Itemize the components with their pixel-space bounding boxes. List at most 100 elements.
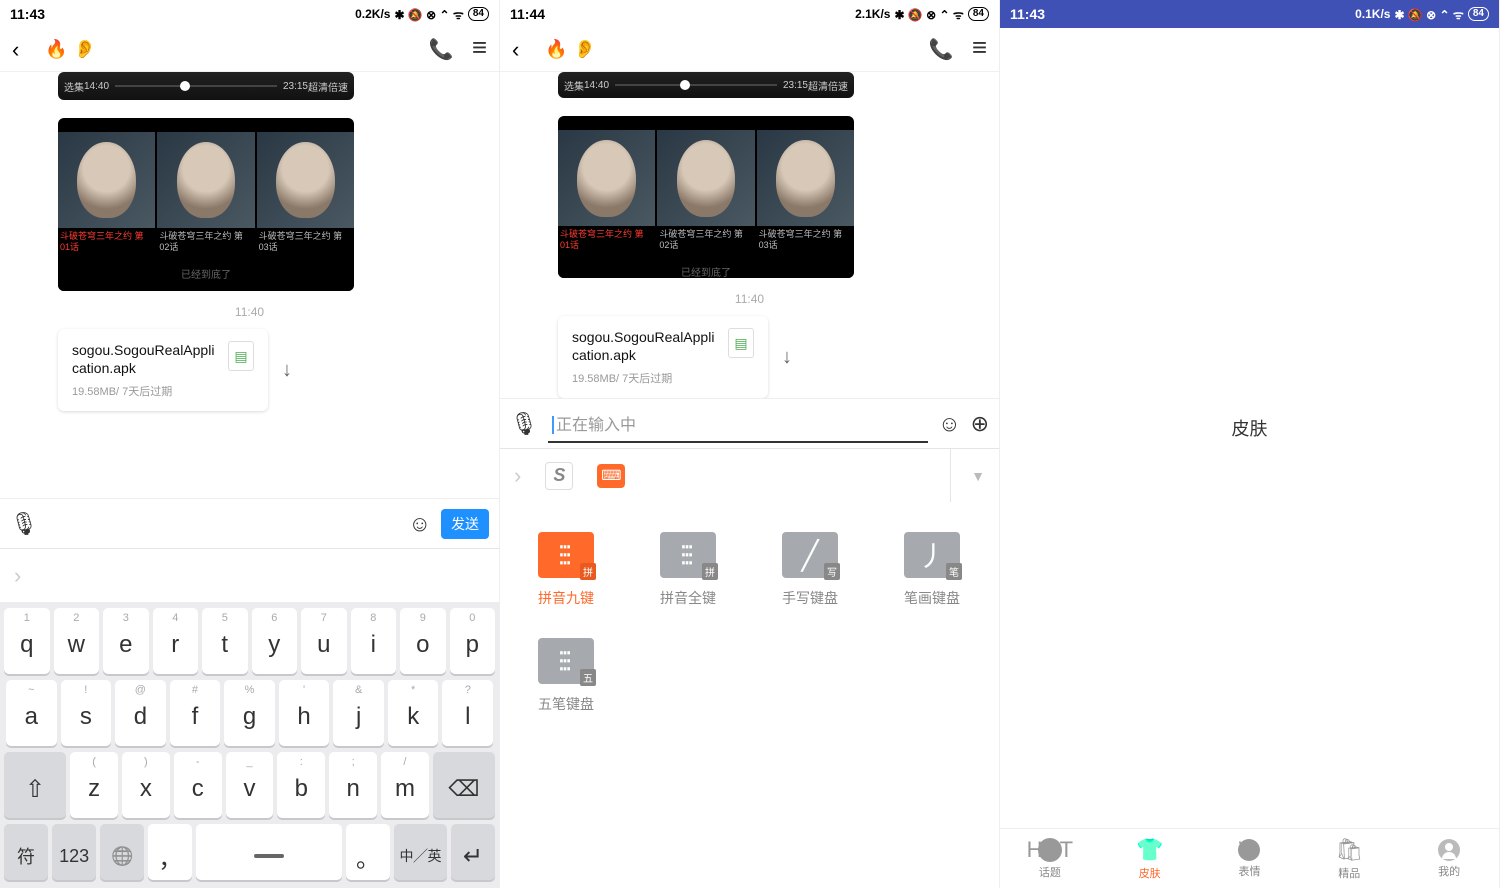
video-thumb[interactable] <box>157 132 254 228</box>
status-time: 11:43 <box>1010 6 1045 22</box>
status-bar: 11:44 2.1K/s ✱ 🔕 ⊗ ⌃ ᯤ 84 <box>500 0 999 28</box>
ime-arrow-icon[interactable]: › <box>514 463 521 489</box>
key-w[interactable]: 2w <box>54 608 100 674</box>
video-progress-bar[interactable] <box>615 84 777 86</box>
battery-icon: 84 <box>468 7 489 21</box>
key-q[interactable]: 1q <box>4 608 50 674</box>
key-v[interactable]: _v <box>226 752 274 818</box>
skin-page-body[interactable]: 皮肤 <box>1000 28 1499 828</box>
comma-key[interactable]: ， <box>148 824 192 880</box>
timestamp: 11:40 <box>235 305 264 319</box>
ime-toolbar: › S ▼ <box>500 448 999 502</box>
kb-option-手写键盘[interactable]: ╱写手写键盘 <box>764 532 856 608</box>
key-s[interactable]: !s <box>61 680 112 746</box>
space-key[interactable] <box>196 824 342 880</box>
video-controls[interactable]: 选集 14:40 23:15 超清 倍速 <box>58 72 354 100</box>
tab-皮肤[interactable]: 皮肤 <box>1100 829 1200 888</box>
input-bar: 🎙 ☺ 发送 <box>0 498 499 548</box>
sogou-logo-icon[interactable]: S <box>545 462 573 490</box>
menu-button[interactable] <box>472 37 487 62</box>
video-thumb[interactable] <box>657 130 754 226</box>
key-g[interactable]: %g <box>224 680 275 746</box>
key-x[interactable]: )x <box>122 752 170 818</box>
download-button[interactable]: ↓ <box>282 359 292 382</box>
key-r[interactable]: 4r <box>153 608 199 674</box>
backspace-key[interactable] <box>433 752 495 818</box>
period-key[interactable]: 。 <box>346 824 390 880</box>
call-button[interactable]: 📞 <box>929 37 954 62</box>
symbol-key[interactable]: 符 <box>4 824 48 880</box>
tab-精品[interactable]: 精品 <box>1299 829 1399 888</box>
key-y[interactable]: 6y <box>252 608 298 674</box>
status-time: 11:43 <box>10 6 45 22</box>
call-button[interactable]: 📞 <box>429 37 454 62</box>
key-h[interactable]: 'h <box>279 680 330 746</box>
timestamp: 11:40 <box>735 292 764 306</box>
globe-key[interactable] <box>100 824 144 880</box>
ime-arrow-icon[interactable]: › <box>14 563 21 589</box>
chat-body[interactable]: 选集 14:40 23:15 超清 倍速 斗破苍穹三年之约 第01话 斗破苍穹三… <box>500 72 999 398</box>
back-button[interactable]: ‹ <box>12 37 19 63</box>
emoji-button[interactable]: ☺ <box>409 511 431 537</box>
chat-header: ‹ 🔥👂 📞 <box>0 28 499 72</box>
video-controls[interactable]: 选集 14:40 23:15 超清 倍速 <box>558 72 854 98</box>
video-thumb[interactable] <box>558 130 655 226</box>
input-bar: 🎙 正在输入中 ☺ ⊕ <box>500 398 999 448</box>
add-button[interactable]: ⊕ <box>971 411 989 437</box>
key-j[interactable]: &j <box>333 680 384 746</box>
file-attachment[interactable]: sogou.SogouRealApplication.apk 19.58MB/ … <box>558 316 768 398</box>
key-a[interactable]: ~a <box>6 680 57 746</box>
key-e[interactable]: 3e <box>103 608 149 674</box>
emoji-button[interactable]: ☺ <box>938 411 960 437</box>
video-thumb[interactable] <box>757 130 854 226</box>
download-button[interactable]: ↓ <box>782 346 792 369</box>
keyboard-switch-icon[interactable] <box>597 464 625 488</box>
key-c[interactable]: -c <box>174 752 222 818</box>
key-t[interactable]: 5t <box>202 608 248 674</box>
back-button[interactable]: ‹ <box>512 37 519 63</box>
menu-button[interactable] <box>972 37 987 62</box>
key-p[interactable]: 0p <box>450 608 496 674</box>
key-k[interactable]: *k <box>388 680 439 746</box>
phone-panel-1: 11:43 0.2K/s ✱ 🔕 ⊗ ⌃ ᯤ 84 ‹ 🔥👂 📞 选集 14:4… <box>0 0 500 888</box>
video-progress-bar[interactable] <box>115 85 277 87</box>
key-m[interactable]: /m <box>381 752 429 818</box>
kb-option-笔画键盘[interactable]: 丿笔笔画键盘 <box>886 532 978 608</box>
key-d[interactable]: @d <box>115 680 166 746</box>
video-playlist-card[interactable]: 斗破苍穹三年之约 第01话 斗破苍穹三年之约 第02话 斗破苍穹三年之约 第03… <box>58 118 354 291</box>
key-b[interactable]: :b <box>277 752 325 818</box>
status-icons: ✱ 🔕 ⊗ ⌃ ᯤ <box>394 6 463 23</box>
page-title: 皮肤 <box>1232 415 1268 441</box>
key-u[interactable]: 7u <box>301 608 347 674</box>
video-playlist-card[interactable]: 斗破苍穹三年之约 第01话 斗破苍穹三年之约 第02话 斗破苍穹三年之约 第03… <box>558 116 854 278</box>
chat-body[interactable]: 选集 14:40 23:15 超清 倍速 斗破苍穹三年之约 第01话 斗破苍穹三… <box>0 72 499 498</box>
text-input[interactable]: 正在输入中 <box>548 405 928 443</box>
key-n[interactable]: ;n <box>329 752 377 818</box>
number-key[interactable]: 123 <box>52 824 96 880</box>
tab-话题[interactable]: HOT话题 <box>1000 829 1100 888</box>
apk-icon: ▤ <box>728 328 754 358</box>
chat-title[interactable]: 🔥👂 <box>35 39 413 60</box>
key-f[interactable]: #f <box>170 680 221 746</box>
key-o[interactable]: 9o <box>400 608 446 674</box>
kb-option-拼音全键[interactable]: ┅┅┅拼拼音全键 <box>642 532 734 608</box>
kb-option-拼音九键[interactable]: ┅┅┅拼拼音九键 <box>520 532 612 608</box>
kb-option-五笔键盘[interactable]: ┅┅┅五五笔键盘 <box>520 638 612 714</box>
enter-key[interactable] <box>451 824 495 880</box>
language-key[interactable]: 中╱英 <box>394 824 447 880</box>
dropdown-icon[interactable]: ▼ <box>950 449 985 502</box>
chat-title[interactable]: 🔥👂 <box>535 39 913 60</box>
shift-key[interactable] <box>4 752 66 818</box>
send-button[interactable]: 发送 <box>441 509 489 539</box>
video-thumb[interactable] <box>58 132 155 228</box>
apk-icon: ▤ <box>228 341 254 371</box>
voice-button[interactable]: 🎙 <box>10 511 38 537</box>
key-z[interactable]: (z <box>70 752 118 818</box>
video-thumb[interactable] <box>257 132 354 228</box>
key-i[interactable]: 8i <box>351 608 397 674</box>
tab-表情[interactable]: ¨⌣表情 <box>1200 829 1300 888</box>
voice-button[interactable]: 🎙 <box>510 411 538 437</box>
file-attachment[interactable]: sogou.SogouRealApplication.apk 19.58MB/ … <box>58 329 268 411</box>
key-l[interactable]: ?l <box>442 680 493 746</box>
tab-我的[interactable]: 我的 <box>1399 829 1499 888</box>
